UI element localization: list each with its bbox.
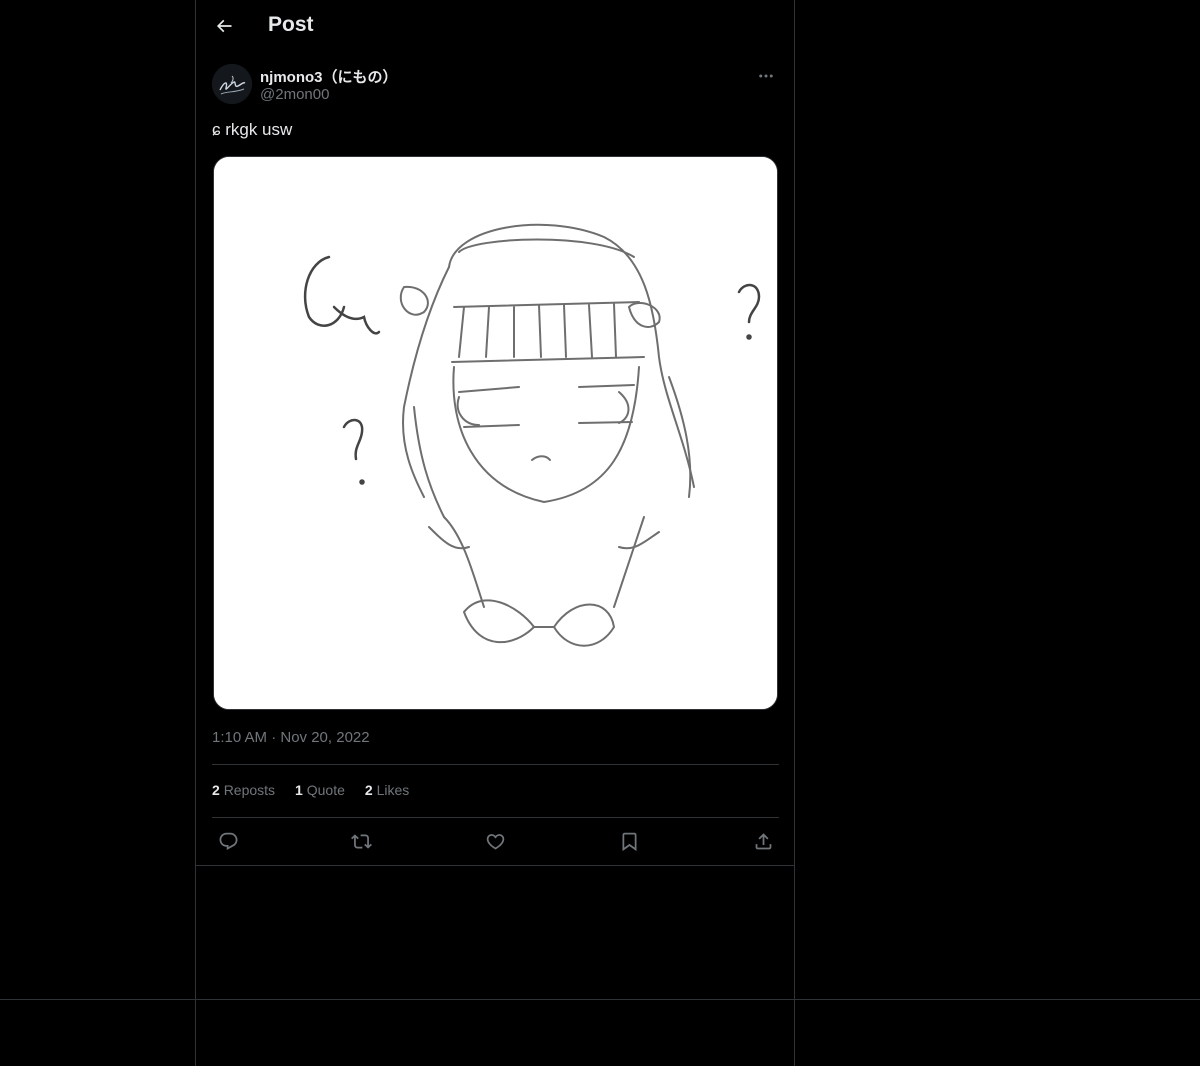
back-button[interactable]	[212, 14, 236, 38]
divider	[196, 865, 794, 866]
stat-quotes[interactable]: 1 Quote	[295, 782, 345, 802]
repost-button[interactable]	[350, 829, 374, 853]
avatar-image	[212, 64, 252, 104]
more-options-button[interactable]	[754, 64, 778, 88]
share-button[interactable]	[751, 829, 775, 853]
post-author: njmono3（にもの） @2mon00	[212, 64, 778, 108]
more-horizontal-icon	[759, 74, 773, 78]
bookmark-button[interactable]	[617, 829, 641, 853]
stat-reposts-count: 2	[212, 782, 220, 798]
page-header: Post	[196, 0, 794, 53]
share-icon	[755, 832, 771, 849]
stat-reposts[interactable]: 2 Reposts	[212, 782, 275, 802]
repost-icon	[351, 833, 373, 849]
stat-likes-count: 2	[364, 782, 373, 798]
like-icon	[486, 833, 505, 850]
post-actions	[212, 828, 779, 854]
post-stats: 2 Reposts 1 Quote 2 Likes	[212, 782, 409, 802]
post-text: ɕ rkgk usw	[212, 120, 293, 139]
author-handle[interactable]: @2mon00	[260, 86, 329, 103]
main-column: Post njmono3（にもの） @2mon00 ɕ rkgk usw 1:1…	[195, 0, 795, 1066]
stat-quotes-count: 1	[295, 782, 303, 798]
stat-likes-label: Likes	[376, 782, 410, 798]
stat-reposts-label: Reposts	[223, 782, 276, 798]
page-title: Post	[268, 13, 314, 36]
reply-button[interactable]	[216, 829, 240, 853]
like-button[interactable]	[484, 829, 508, 853]
avatar[interactable]	[212, 64, 252, 104]
stat-quotes-label: Quote	[306, 782, 345, 798]
arrow-left-icon	[216, 19, 232, 33]
divider	[212, 764, 779, 765]
post-timestamp[interactable]: 1:10 AM · Nov 20, 2022	[212, 729, 370, 746]
stat-likes[interactable]: 2 Likes	[365, 782, 409, 802]
bookmark-icon	[622, 832, 637, 851]
author-display-name[interactable]: njmono3（にもの）	[260, 66, 398, 87]
reply-icon	[219, 832, 237, 850]
post-image[interactable]	[213, 156, 778, 710]
sketch-illustration	[214, 157, 777, 709]
divider	[212, 817, 779, 818]
